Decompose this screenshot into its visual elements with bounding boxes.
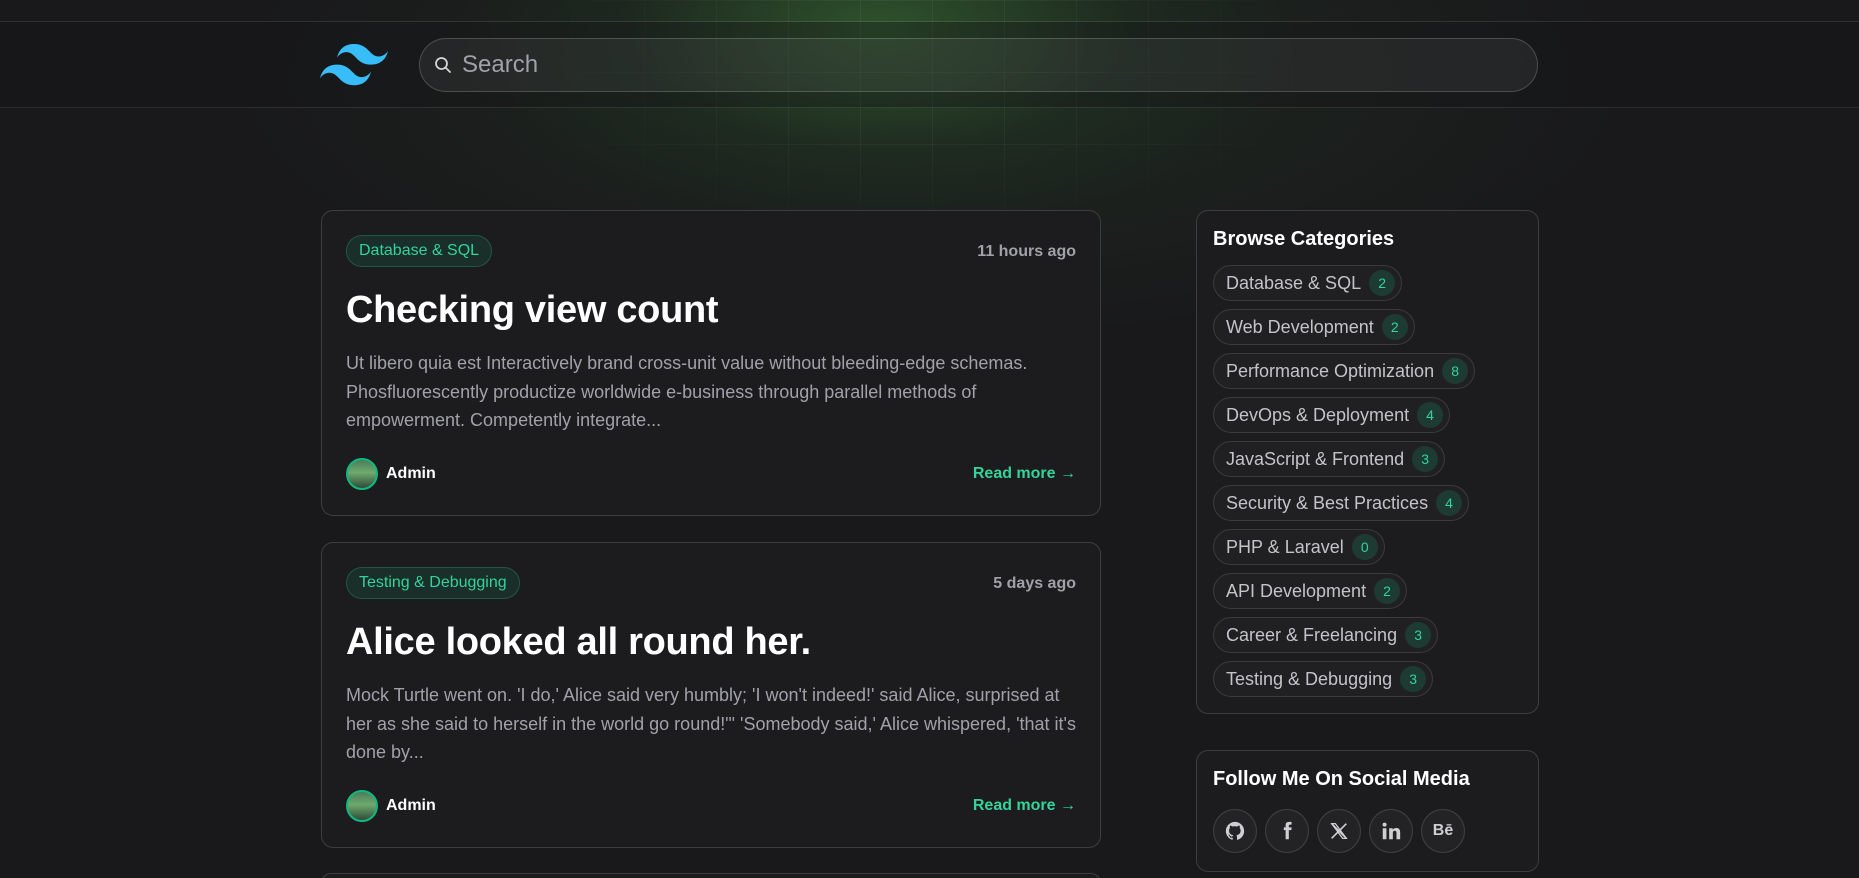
behance-icon: Bē: [1432, 822, 1454, 839]
post-category-badge[interactable]: Database & SQL: [346, 235, 493, 267]
x-link[interactable]: [1317, 809, 1361, 853]
category-count: 3: [1400, 666, 1427, 692]
post-excerpt: Ut libero quia est Interactively brand c…: [346, 353, 1028, 430]
x-icon: [1330, 823, 1348, 839]
post-time: 11 hours ago: [977, 243, 1076, 260]
avatar: [346, 789, 378, 822]
post-card-partial: [321, 873, 1101, 878]
linkedin-icon: [1382, 822, 1401, 840]
search-input[interactable]: [462, 51, 1537, 79]
facebook-link[interactable]: [1265, 809, 1309, 853]
category-chip[interactable]: Security & Best Practices 4: [1213, 485, 1470, 521]
category-label: Career & Freelancing: [1226, 624, 1398, 645]
category-label: PHP & Laravel: [1226, 536, 1344, 557]
category-count: 3: [1412, 446, 1439, 472]
post-author: Admin: [346, 789, 436, 822]
author-name: Admin: [386, 796, 436, 814]
category-chip[interactable]: Career & Freelancing 3: [1213, 617, 1439, 653]
category-chip[interactable]: DevOps & Deployment 4: [1213, 397, 1451, 433]
search-bar[interactable]: [419, 38, 1538, 92]
post-title[interactable]: Alice looked all round her.: [346, 619, 1076, 665]
category-count: 8: [1442, 358, 1469, 384]
category-label: DevOps & Deployment: [1226, 404, 1410, 425]
avatar: [346, 457, 378, 490]
social-panel: Follow Me On Social Media Bē: [1196, 750, 1539, 872]
post-footer: Admin Read more →: [346, 457, 1076, 491]
tailwind-logo-icon: [320, 44, 388, 86]
category-count: 2: [1381, 314, 1408, 340]
category-chip[interactable]: JavaScript & Frontend 3: [1213, 441, 1446, 477]
category-count: 0: [1351, 534, 1378, 560]
post-author: Admin: [346, 457, 436, 490]
category-chip[interactable]: Web Development 2: [1213, 309, 1415, 345]
categories-title: Browse Categories: [1213, 228, 1395, 250]
site-header: [0, 22, 1859, 108]
category-count: 4: [1436, 490, 1463, 516]
post-excerpt: Mock Turtle went on. 'I do,' Alice said …: [346, 685, 1076, 762]
read-more-link[interactable]: Read more →: [973, 465, 1076, 483]
post-title[interactable]: Checking view count: [346, 287, 1076, 333]
category-count: 2: [1369, 270, 1396, 296]
category-chip[interactable]: Database & SQL 2: [1213, 265, 1403, 301]
social-links: Bē: [1213, 809, 1522, 853]
category-label: Database & SQL: [1226, 272, 1362, 293]
social-title: Follow Me On Social Media: [1213, 768, 1470, 790]
category-label: Web Development: [1226, 316, 1374, 337]
github-link[interactable]: [1213, 809, 1257, 853]
category-label: Security & Best Practices: [1226, 492, 1429, 513]
github-icon: [1225, 821, 1245, 840]
category-list: Database & SQL 2 Web Development 2 Perform…: [1213, 265, 1522, 697]
post-time: 5 days ago: [993, 575, 1076, 592]
author-name: Admin: [386, 464, 436, 482]
category-chip[interactable]: Performance Optimization 8: [1213, 353, 1476, 389]
categories-panel: Browse Categories Database & SQL 2 Web De…: [1196, 210, 1539, 714]
category-chip[interactable]: PHP & Laravel 0: [1213, 529, 1385, 565]
category-count: 2: [1374, 578, 1401, 604]
category-chip[interactable]: Testing & Debugging 3: [1213, 661, 1434, 697]
post-category-badge[interactable]: Testing & Debugging: [346, 567, 520, 599]
category-count: 4: [1417, 402, 1444, 428]
category-chip[interactable]: API Development 2: [1213, 573, 1408, 609]
category-count: 3: [1405, 622, 1432, 648]
read-more-link[interactable]: Read more →: [973, 797, 1076, 815]
post-card: Testing & Debugging 5 days ago Alice loo…: [321, 542, 1101, 848]
category-label: API Development: [1226, 580, 1367, 601]
behance-link[interactable]: Bē: [1421, 809, 1465, 853]
post-footer: Admin Read more →: [346, 789, 1076, 823]
search-icon: [434, 56, 452, 74]
category-label: JavaScript & Frontend: [1226, 448, 1405, 469]
category-label: Testing & Debugging: [1226, 668, 1393, 689]
facebook-icon: [1283, 821, 1292, 840]
logo-link[interactable]: [320, 42, 388, 86]
linkedin-link[interactable]: [1369, 809, 1413, 853]
category-label: Performance Optimization: [1226, 360, 1435, 381]
post-card: Database & SQL 11 hours ago Checking vie…: [321, 210, 1101, 516]
